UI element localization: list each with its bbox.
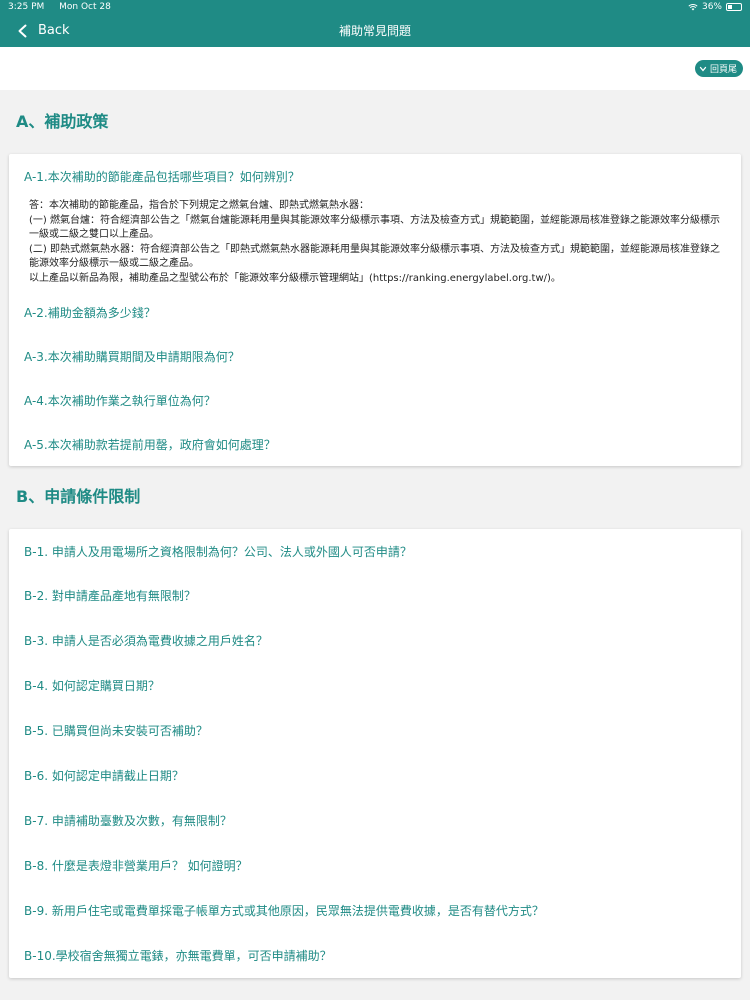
faq-question-b3[interactable]: B-3. 申請人是否必須為電費收據之用戶姓名？ [9,618,741,663]
answer-paragraph: (二) 即熱式燃氣熱水器：符合經濟部公告之「即熱式燃氣熱水器能源耗用量與其能源效… [29,243,720,270]
chevron-left-icon [18,24,27,37]
wifi-icon [688,4,698,11]
status-time: 3:25 PM [8,2,45,12]
page-title: 補助常見問題 [338,24,411,38]
status-bar: 3:25 PM Mon Oct 28 36% [0,0,750,14]
faq-question-a2[interactable]: A-2.補助金額為多少錢？ [9,290,741,334]
battery-percent: 36% [701,2,722,12]
answer-paragraph: (一) 燃氣台爐：符合經濟部公告之「燃氣台爐能源耗用量與其能源效率分級標示事項、… [29,214,720,241]
faq-question-a3[interactable]: A-3.本次補助購買期間及申請期限為何？ [9,334,741,378]
faq-question-b8[interactable]: B-8. 什麼是表燈非營業用戶？ 如何證明？ [9,843,741,888]
faq-question-b9[interactable]: B-9. 新用戶住宅或電費單採電子帳單方式或其他原因，民眾無法提供電費收據，是否… [9,888,741,933]
faq-answer-a1: 答：本次補助的節能產品，指合於下列規定之燃氣台爐、即熱式燃氣熱水器： (一) 燃… [9,194,741,290]
faq-question-b6[interactable]: B-6. 如何認定申請截止日期？ [9,753,741,798]
answer-paragraph: 以上產品以新品為限，補助產品之型號公布於「能源效率分級標示管理網站」(https… [29,272,561,284]
status-right: 36% [688,2,742,12]
faq-question-a1[interactable]: A-1.本次補助的節能產品包括哪些項目？如何辨別？ [9,158,741,194]
faq-question-b4[interactable]: B-4. 如何認定購買日期？ [9,663,741,708]
battery-icon [726,3,742,11]
faq-question-b7[interactable]: B-7. 申請補助臺數及次數，有無限制？ [9,798,741,843]
faq-question-a4[interactable]: A-4.本次補助作業之執行單位為何？ [9,378,741,422]
status-left: 3:25 PM Mon Oct 28 [8,2,123,12]
scroll-to-footer-label: 回頁尾 [709,65,737,75]
faq-question-b5[interactable]: B-5. 已購買但尚未安裝可否補助？ [9,708,741,753]
back-button[interactable]: Back [0,23,70,38]
faq-question-b10[interactable]: B-10.學校宿舍無獨立電錶，亦無電費單，可否申請補助？ [9,933,741,978]
back-label: Back [38,23,70,38]
section-title-b: B、申請條件限制 [16,487,141,506]
faq-question-b2[interactable]: B-2. 對申請產品產地有無限制？ [9,573,741,618]
chevron-down-icon [699,66,707,72]
section-title-a: A、補助政策 [16,112,109,131]
faq-question-a5[interactable]: A-5.本次補助款若提前用罄，政府會如何處理？ [9,422,741,466]
scroll-to-footer-button[interactable]: 回頁尾 [694,60,743,77]
faq-card-a: A-1.本次補助的節能產品包括哪些項目？如何辨別？ 答：本次補助的節能產品，指合… [9,154,741,466]
faq-question-b1[interactable]: B-1. 申請人及用電場所之資格限制為何？公司、法人或外國人可否申請？ [9,529,741,573]
status-date: Mon Oct 28 [59,2,111,12]
nav-bar: Back 補助常見問題 [0,14,750,47]
answer-paragraph: 答：本次補助的節能產品，指合於下列規定之燃氣台爐、即熱式燃氣熱水器： [29,200,369,211]
toolbar: 回頁尾 [0,47,750,90]
faq-card-b: B-1. 申請人及用電場所之資格限制為何？公司、法人或外國人可否申請？ B-2.… [9,529,741,978]
